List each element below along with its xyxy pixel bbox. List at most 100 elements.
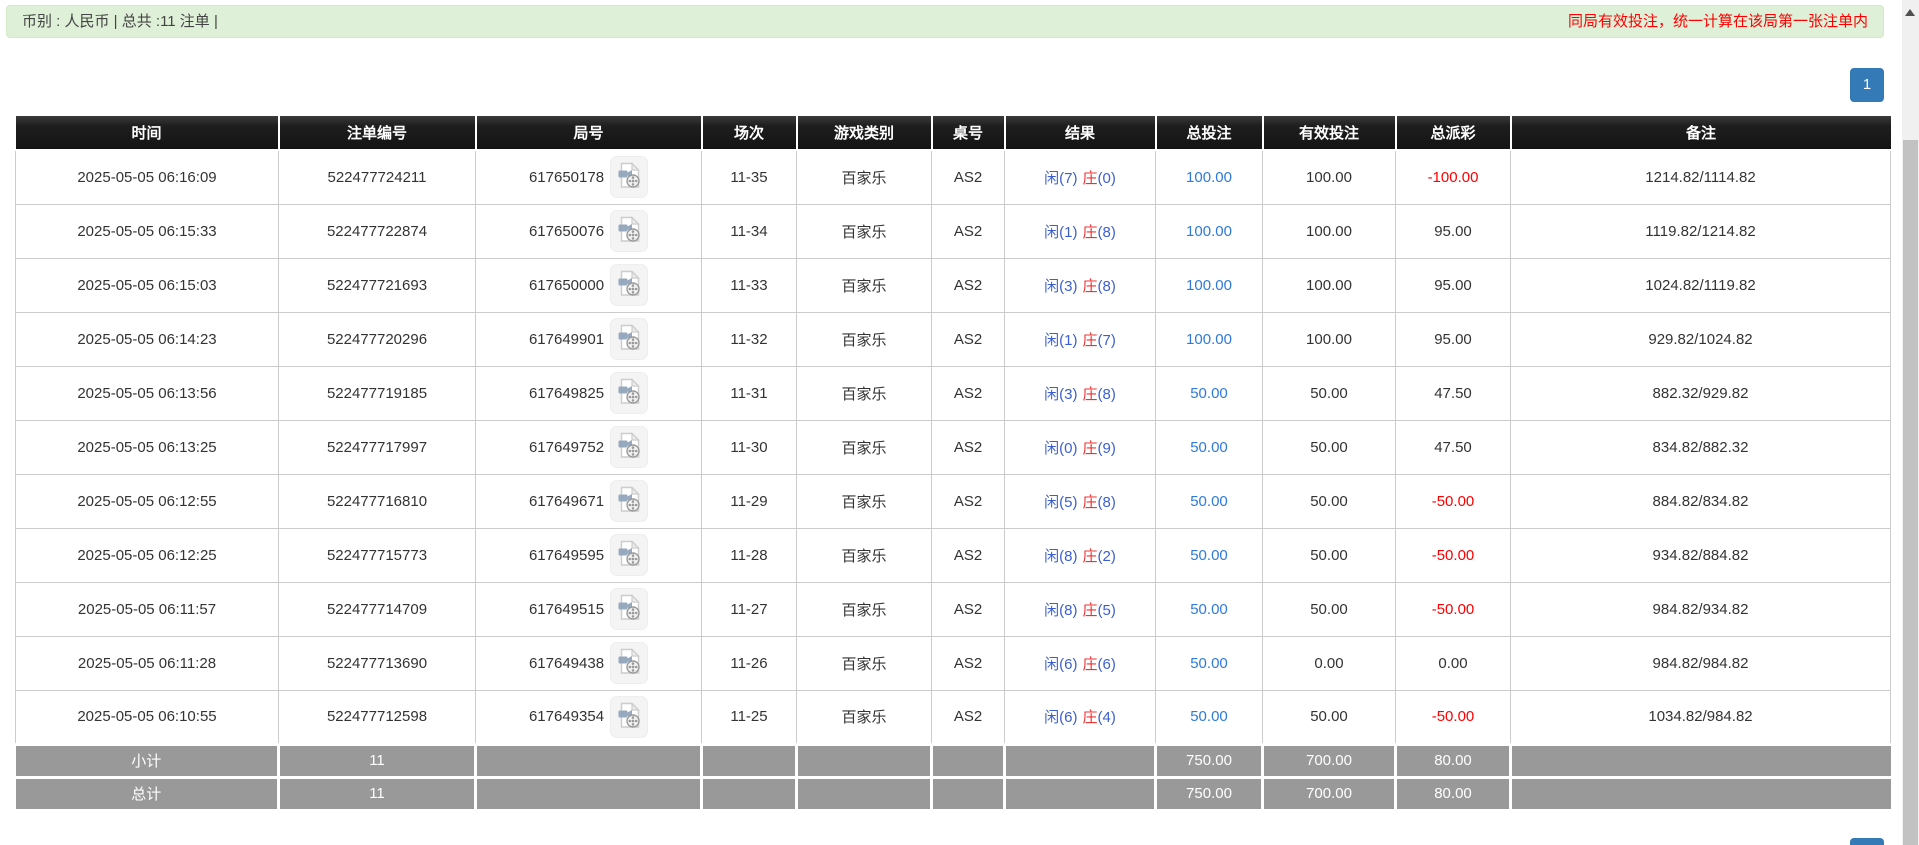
result-cell: 闲(0) 庄(9)	[1004, 419, 1156, 475]
video-replay-button[interactable]	[610, 210, 649, 252]
video-replay-button[interactable]	[610, 588, 649, 630]
result-banker: 庄(6)	[1082, 655, 1116, 673]
header-payout: 总派彩	[1394, 116, 1511, 151]
round-number: 617649901	[528, 330, 605, 348]
table-number-cell: AS2	[931, 203, 1005, 259]
payout-cell: 95.00	[1395, 257, 1511, 313]
game-type-cell: 百家乐	[796, 149, 932, 205]
total-bet-cell: 100.00	[1155, 311, 1263, 367]
remark-cell: 1024.82/1119.82	[1510, 257, 1891, 313]
total-bet-cell: 50.00	[1155, 689, 1263, 745]
total-bet-cell: 100.00	[1155, 203, 1263, 259]
session-cell: 11-35	[701, 149, 797, 205]
scroll-up-arrow-icon[interactable]	[1905, 9, 1915, 16]
video-replay-icon	[617, 432, 641, 462]
table-number-cell: AS2	[931, 473, 1005, 529]
video-replay-button[interactable]	[610, 318, 649, 360]
payout-cell: 95.00	[1395, 311, 1511, 367]
video-replay-button[interactable]	[610, 156, 649, 199]
round-cell: 617649671	[475, 473, 702, 529]
subtotal-label: 小计	[15, 742, 280, 779]
remark-cell: 934.82/884.82	[1510, 527, 1891, 583]
result-cell: 闲(8) 庄(2)	[1004, 527, 1156, 583]
total-bet-cell: 50.00	[1155, 527, 1263, 583]
header-total-bet: 总投注	[1154, 116, 1263, 151]
result-player: 闲(1)	[1044, 223, 1078, 241]
subtotal-row: 小计 11 750.00 700.00 80.00	[15, 742, 1891, 779]
video-replay-button[interactable]	[610, 426, 649, 468]
header-bet-id: 注单编号	[277, 116, 476, 151]
video-replay-icon	[617, 324, 641, 354]
table-number-cell: AS2	[931, 311, 1005, 367]
video-replay-icon	[617, 378, 641, 408]
video-replay-button[interactable]	[610, 642, 649, 684]
session-cell: 11-29	[701, 473, 797, 529]
payout-cell: 95.00	[1395, 203, 1511, 259]
total-bet-cell: 50.00	[1155, 581, 1263, 637]
payout-cell: 0.00	[1395, 635, 1511, 691]
vertical-scrollbar[interactable]	[1902, 0, 1919, 845]
total-payout: 80.00	[1394, 775, 1512, 812]
header-session: 场次	[700, 116, 797, 151]
bet-id-cell: 522477713690	[278, 635, 476, 691]
round-number: 617649515	[528, 600, 605, 618]
bet-records-table-container: 时间 注单编号 局号 场次 游戏类别 桌号 结果 总投注 有效投注 总派彩 备注…	[15, 116, 1891, 812]
round-number: 617650178	[528, 168, 605, 186]
result-player: 闲(3)	[1044, 277, 1078, 295]
result-banker: 庄(8)	[1082, 277, 1116, 295]
scrollbar-thumb[interactable]	[1903, 140, 1918, 845]
table-number-cell: AS2	[931, 527, 1005, 583]
video-replay-button[interactable]	[610, 695, 649, 738]
video-replay-icon	[617, 648, 641, 678]
video-replay-button[interactable]	[610, 372, 649, 414]
bet-id-cell: 522477714709	[278, 581, 476, 637]
remark-cell: 884.82/834.82	[1510, 473, 1891, 529]
round-cell: 617649438	[475, 635, 702, 691]
table-number-cell: AS2	[931, 581, 1005, 637]
result-cell: 闲(7) 庄(0)	[1004, 149, 1156, 205]
result-cell: 闲(6) 庄(6)	[1004, 635, 1156, 691]
total-bet-cell: 50.00	[1155, 473, 1263, 529]
pagination-page-1-bottom[interactable]: 1	[1850, 838, 1884, 845]
round-cell: 617649595	[475, 527, 702, 583]
summary-alert-bar: 币别 : 人民币 | 总共 :11 注单 | 同局有效投注，统一计算在该局第一张…	[6, 5, 1884, 38]
game-type-cell: 百家乐	[796, 527, 932, 583]
game-type-cell: 百家乐	[796, 581, 932, 637]
header-result: 结果	[1003, 116, 1156, 151]
round-number: 617649438	[528, 654, 605, 672]
video-replay-icon	[617, 540, 641, 570]
payout-cell: -50.00	[1395, 581, 1511, 637]
session-cell: 11-25	[701, 689, 797, 745]
header-valid-bet: 有效投注	[1261, 116, 1396, 151]
subtotal-count: 11	[277, 742, 477, 779]
time-cell: 2025-05-05 06:14:23	[15, 311, 279, 367]
session-cell: 11-33	[701, 257, 797, 313]
round-cell: 617649354	[475, 689, 702, 745]
result-cell: 闲(8) 庄(5)	[1004, 581, 1156, 637]
remark-cell: 1034.82/984.82	[1510, 689, 1891, 745]
round-cell: 617649752	[475, 419, 702, 475]
pagination-page-1-top[interactable]: 1	[1850, 68, 1884, 102]
video-replay-button[interactable]	[610, 480, 649, 522]
total-bet-cell: 100.00	[1155, 149, 1263, 205]
video-replay-button[interactable]	[610, 534, 649, 576]
bet-id-cell: 522477720296	[278, 311, 476, 367]
time-cell: 2025-05-05 06:12:55	[15, 473, 279, 529]
total-total-bet: 750.00	[1154, 775, 1264, 812]
session-cell: 11-31	[701, 365, 797, 421]
result-banker: 庄(0)	[1082, 169, 1116, 187]
result-cell: 闲(1) 庄(8)	[1004, 203, 1156, 259]
header-round-id: 局号	[474, 116, 702, 151]
video-replay-icon	[617, 701, 641, 732]
game-type-cell: 百家乐	[796, 473, 932, 529]
time-cell: 2025-05-05 06:12:25	[15, 527, 279, 583]
round-cell: 617650000	[475, 257, 702, 313]
total-bet-cell: 50.00	[1155, 635, 1263, 691]
remark-cell: 834.82/882.32	[1510, 419, 1891, 475]
payout-cell: 47.50	[1395, 365, 1511, 421]
video-replay-button[interactable]	[610, 264, 649, 306]
time-cell: 2025-05-05 06:13:56	[15, 365, 279, 421]
table-row: 2025-05-05 06:12:25 522477715773 6176495…	[15, 527, 1891, 583]
time-cell: 2025-05-05 06:15:03	[15, 257, 279, 313]
session-cell: 11-34	[701, 203, 797, 259]
